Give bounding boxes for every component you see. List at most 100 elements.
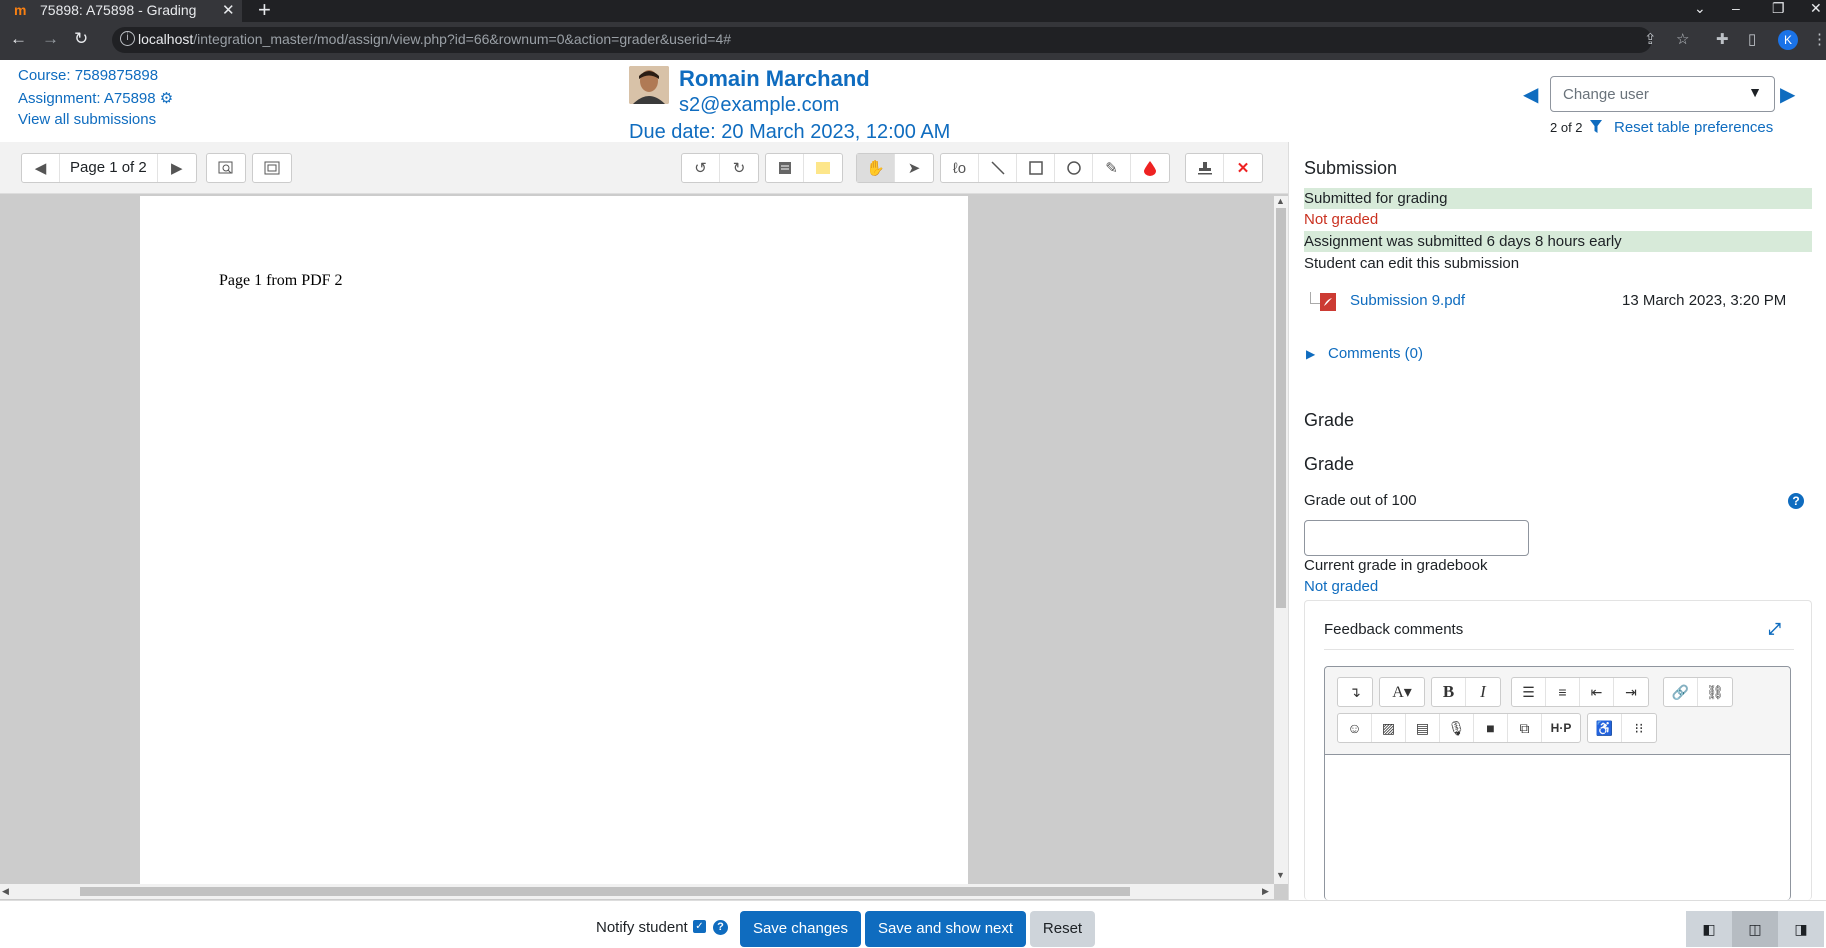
gear-icon[interactable]: ⚙ [160,90,173,107]
user-name-link[interactable]: Romain Marchand [679,66,870,92]
pan-hand-icon[interactable]: ✋ [857,154,895,182]
notify-student-label: Notify student [596,919,688,936]
bookmark-star-icon[interactable]: ☆ [1676,30,1689,48]
forward-icon[interactable]: → [42,29,59,49]
media-icon[interactable]: ▤ [1406,714,1440,742]
new-tab-button[interactable]: + [258,0,271,23]
fullscreen-expand-icon[interactable]: ⤢ [1768,621,1781,639]
browser-tab[interactable]: m 75898: A75898 - Grading ✕ [0,0,242,22]
search-comments-group [206,153,246,183]
dropdown-caret-icon: ▼ [1748,84,1762,100]
site-info-icon[interactable]: i [120,31,135,46]
restore-icon[interactable]: ❐ [1772,0,1785,17]
annotation-colour-icon[interactable] [1131,154,1169,182]
scroll-right-icon[interactable]: ▶ [1262,886,1269,897]
pen-icon[interactable]: ℓo [941,154,979,182]
save-changes-button[interactable]: Save changes [740,911,861,947]
user-email: s2@example.com [679,94,840,116]
page-info[interactable]: Page 1 of 2 [60,154,158,182]
h5p-icon[interactable]: H·P [1542,714,1580,742]
search-comments-icon[interactable] [207,154,245,182]
help-icon[interactable]: ? [1788,493,1804,509]
screenreader-helper-icon[interactable]: ⁝⁝ [1622,714,1656,742]
profile-avatar[interactable]: K [1778,30,1798,50]
collapse-review-panel-icon[interactable]: ◧ [1686,911,1732,947]
comment-icon[interactable] [766,154,804,182]
highlight-icon[interactable]: ✎ [1093,154,1131,182]
collapse-grade-panel-icon[interactable]: ◨ [1778,911,1824,947]
next-page-icon[interactable]: ▶ [158,154,196,182]
expand-comments-icon[interactable]: ▶ [1306,347,1315,361]
share-icon[interactable]: ⇪ [1644,30,1657,48]
indent-icon[interactable]: ⇥ [1614,678,1648,706]
stamp-group: ✕ [1185,153,1263,183]
unlink-icon[interactable]: ⛓ [1698,678,1732,706]
browser-menu-icon[interactable]: ⋮ [1812,30,1826,48]
paragraph-styles-icon[interactable]: A▾ [1380,678,1424,706]
pdf-page[interactable] [140,196,968,884]
bold-icon[interactable]: B [1432,678,1466,706]
comment-colour-icon[interactable] [804,154,842,182]
assignment-link[interactable]: Assignment: A75898 [18,90,156,107]
change-user-select[interactable]: Change user ▼ [1550,76,1775,112]
previous-user-icon[interactable]: ◀ [1523,82,1538,107]
grade-section-heading: Grade [1304,410,1355,430]
reset-table-preferences-link[interactable]: Reset table preferences [1614,119,1773,136]
record-video-icon[interactable]: ■ [1474,714,1508,742]
record-audio-icon[interactable]: 🎙 [1440,714,1474,742]
notify-student-checkbox[interactable]: ✓ [693,920,706,933]
url-bar[interactable]: i localhost/integration_master/mod/assig… [112,27,1652,53]
tab-search-icon[interactable]: ⌄ [1694,0,1706,17]
oval-icon[interactable] [1055,154,1093,182]
delete-annotation-icon[interactable]: ✕ [1224,154,1262,182]
unordered-list-icon[interactable]: ☰ [1512,678,1546,706]
view-all-submissions-link[interactable]: View all submissions [18,111,156,128]
outdent-icon[interactable]: ⇤ [1580,678,1614,706]
back-icon[interactable]: ← [10,29,27,49]
rotate-right-icon[interactable]: ↻ [720,154,758,182]
image-icon[interactable]: ▨ [1372,714,1406,742]
stamp-icon[interactable] [1186,154,1224,182]
default-layout-icon[interactable]: ◫ [1732,911,1778,947]
link-group: 🔗 ⛓ [1663,677,1733,707]
comments-link[interactable]: Comments (0) [1328,345,1423,362]
grade-input[interactable] [1304,520,1529,556]
notify-help-icon[interactable]: ? [713,920,728,935]
current-grade-value[interactable]: Not graded [1304,578,1378,595]
submission-file-link[interactable]: Submission 9.pdf [1350,292,1465,309]
pdf-page-text: Page 1 from PDF 2 [219,272,343,289]
emoji-icon[interactable]: ☺ [1338,714,1372,742]
moodle-favicon-icon: m [14,2,27,18]
rectangle-icon[interactable] [1017,154,1055,182]
scroll-left-icon[interactable]: ◀ [2,886,9,897]
reload-icon[interactable]: ↻ [74,29,88,49]
select-pointer-icon[interactable]: ➤ [895,154,933,182]
horizontal-scroll-thumb[interactable] [80,887,1130,896]
minimize-icon[interactable]: – [1732,0,1740,16]
scroll-down-icon[interactable]: ▼ [1276,870,1285,880]
text-format-group: B I [1431,677,1501,707]
vertical-scroll-thumb[interactable] [1276,208,1286,608]
line-icon[interactable] [979,154,1017,182]
extensions-icon[interactable]: ✚ [1716,30,1729,48]
accessibility-checker-icon[interactable]: ♿ [1588,714,1622,742]
save-and-show-next-button[interactable]: Save and show next [865,911,1026,947]
close-tab-icon[interactable]: ✕ [222,1,235,19]
collapse-comments-icon[interactable] [253,154,291,182]
close-window-icon[interactable]: ✕ [1810,0,1822,17]
italic-icon[interactable]: I [1466,678,1500,706]
paragraph-styles-group: A▾ [1379,677,1425,707]
filter-icon[interactable] [1590,120,1602,133]
link-icon[interactable]: 🔗 [1664,678,1698,706]
reset-button[interactable]: Reset [1030,911,1095,947]
show-more-buttons-icon[interactable]: ↴ [1338,678,1372,706]
course-link[interactable]: Course: 7589875898 [18,67,158,84]
next-user-icon[interactable]: ▶ [1780,82,1795,107]
previous-page-icon[interactable]: ◀ [22,154,60,182]
side-panel-icon[interactable]: ▯ [1748,30,1756,48]
scroll-up-icon[interactable]: ▲ [1276,196,1285,206]
annotate-group: ℓo ✎ [940,153,1170,183]
ordered-list-icon[interactable]: ≡ [1546,678,1580,706]
rotate-left-icon[interactable]: ↺ [682,154,720,182]
manage-files-icon[interactable]: ⧉ [1508,714,1542,742]
